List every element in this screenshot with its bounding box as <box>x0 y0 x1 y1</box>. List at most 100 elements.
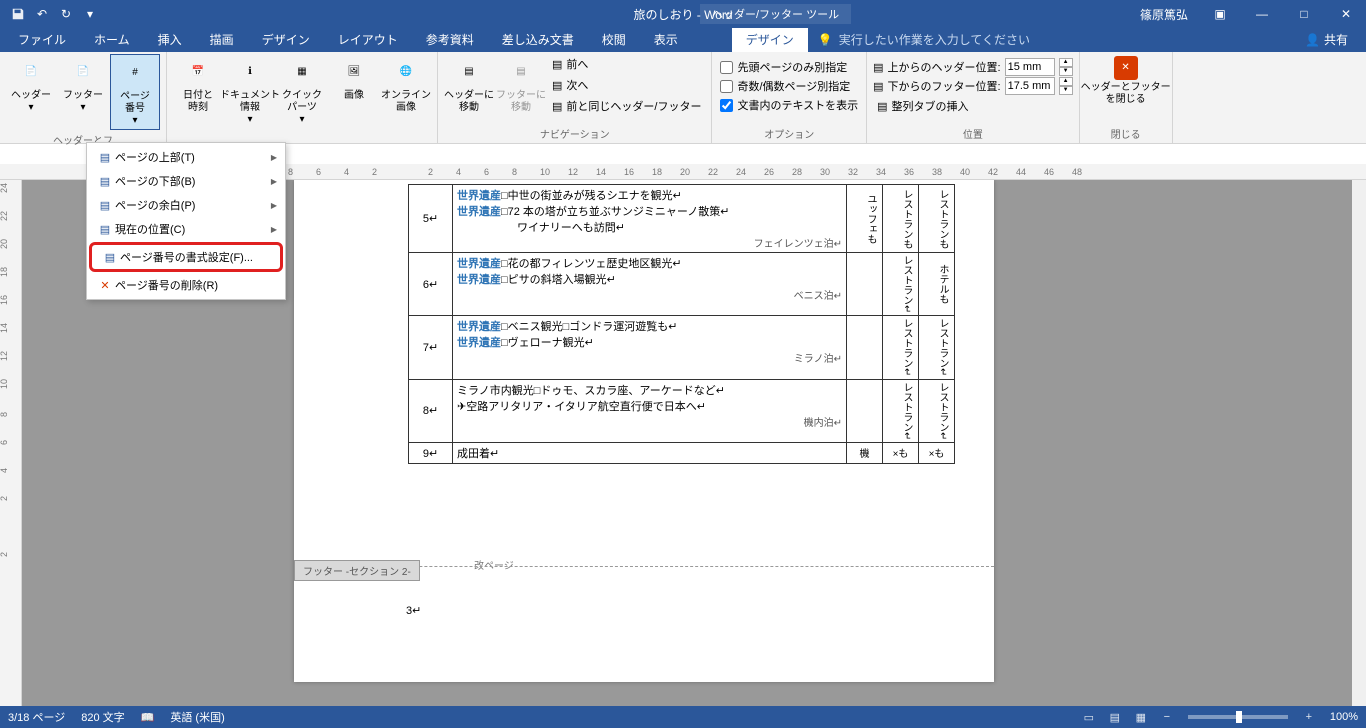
page-number-icon: # <box>119 57 151 89</box>
tab-hf-design[interactable]: デザイン <box>732 25 808 52</box>
chevron-right-icon: ▶ <box>271 201 277 210</box>
group-options: オプション <box>718 124 860 143</box>
group-close: 閉じる <box>1086 124 1166 143</box>
header-button[interactable]: 📄ヘッダー▾ <box>6 54 56 116</box>
zoom-level[interactable]: 100% <box>1330 711 1358 723</box>
zoom-slider[interactable] <box>1188 715 1288 719</box>
zoom-in-button[interactable]: + <box>1298 708 1320 726</box>
footer-bottom-input[interactable] <box>1005 77 1055 95</box>
align-tab-icon: ▤ <box>877 100 887 113</box>
vertical-ruler[interactable]: 242220181614121086422 <box>0 180 22 706</box>
web-layout-icon[interactable]: ▦ <box>1130 708 1152 726</box>
undo-icon[interactable]: ↶ <box>32 4 52 24</box>
close-hf-button[interactable]: ✕ヘッダーとフッター を閉じる <box>1086 54 1166 108</box>
chevron-right-icon: ▶ <box>271 153 277 162</box>
odd-even-checkbox[interactable]: 奇数/偶数ページ別指定 <box>718 77 860 95</box>
goto-header-icon: ▤ <box>453 56 485 88</box>
page-bottom-icon: ▤ <box>95 175 115 188</box>
pictures-button[interactable]: 🖼画像 <box>329 54 379 104</box>
doc-info-button[interactable]: ℹドキュメント 情報▾ <box>225 54 275 128</box>
tab-mailings[interactable]: 差し込み文書 <box>488 27 588 52</box>
maximize-icon[interactable]: □ <box>1284 0 1324 28</box>
header-icon: 📄 <box>15 56 47 88</box>
previous-button[interactable]: ▤前へ <box>548 54 705 74</box>
align-tab-button[interactable]: ▤整列タブの挿入 <box>873 96 1072 116</box>
menu-page-bottom[interactable]: ▤ページの下部(B)▶ <box>87 169 285 193</box>
date-time-button[interactable]: 📅日付と 時刻 <box>173 54 223 116</box>
vertical-scrollbar[interactable] <box>1352 180 1366 706</box>
table-row: 9↵ 成田着↵ 機 ×も ×も <box>409 443 955 464</box>
contextual-tab-title: ヘッダー/フッター ツール <box>700 4 851 24</box>
quick-parts-button[interactable]: ▦クイック パーツ▾ <box>277 54 327 128</box>
tab-layout[interactable]: レイアウト <box>324 27 412 52</box>
menu-page-top[interactable]: ▤ページの上部(T)▶ <box>87 145 285 169</box>
link-icon: ▤ <box>552 100 562 113</box>
tab-insert[interactable]: 挿入 <box>144 27 196 52</box>
page-number-button[interactable]: #ページ 番号▾ <box>110 54 160 130</box>
close-x-icon: ✕ <box>1114 56 1138 80</box>
footer-bottom-icon: ▤ <box>873 80 883 93</box>
next-button[interactable]: ▤次へ <box>548 75 705 95</box>
tab-home[interactable]: ホーム <box>80 27 144 52</box>
chevron-right-icon: ▶ <box>271 225 277 234</box>
goto-footer-icon: ▤ <box>505 56 537 88</box>
redo-icon[interactable]: ↻ <box>56 4 76 24</box>
print-layout-icon[interactable]: ▤ <box>1104 708 1126 726</box>
tab-view[interactable]: 表示 <box>640 27 692 52</box>
online-pictures-button[interactable]: 🌐オンライン 画像 <box>381 54 431 116</box>
minimize-icon[interactable]: — <box>1242 0 1282 28</box>
link-previous-button[interactable]: ▤前と同じヘッダー/フッター <box>548 96 705 116</box>
group-navigation: ナビゲーション <box>444 124 705 143</box>
tab-file[interactable]: ファイル <box>4 27 80 52</box>
tab-review[interactable]: 校閲 <box>588 27 640 52</box>
header-top-spinner[interactable]: ▲▼ <box>1059 58 1073 76</box>
footer-button[interactable]: 📄フッター▾ <box>58 54 108 116</box>
spell-check-icon[interactable]: 📖 <box>141 711 155 724</box>
qat-more-icon[interactable]: ▾ <box>80 4 100 24</box>
page-indicator[interactable]: 3/18 ページ <box>8 709 65 725</box>
goto-footer-button: ▤フッターに 移動 <box>496 54 546 116</box>
header-top-icon: ▤ <box>873 61 883 74</box>
language-indicator[interactable]: 英語 (米国) <box>170 709 224 725</box>
ribbon-display-icon[interactable]: ▣ <box>1200 0 1240 28</box>
prev-icon: ▤ <box>552 58 562 71</box>
show-text-checkbox[interactable]: 文書内のテキストを表示 <box>718 96 860 114</box>
document-page[interactable]: 5↵ 世界遺産□中世の街並みが残るシエナを観光↵ 世界遺産□72 本の塔が立ち並… <box>294 180 994 682</box>
table-row: 7↵ 世界遺産□ベニス観光□ゴンドラ運河遊覧も↵ 世界遺産□ヴェローナ観光↵ ミ… <box>409 316 955 379</box>
next-icon: ▤ <box>552 79 562 92</box>
menu-format-page-number[interactable]: ▤ページ番号の書式設定(F)... <box>92 245 280 269</box>
user-name[interactable]: 篠原篤弘 <box>1130 6 1198 23</box>
menu-current-position[interactable]: ▤現在の位置(C)▶ <box>87 217 285 241</box>
table-row: 6↵ 世界遺産□花の都フィレンツェ歴史地区観光↵ 世界遺産□ピサの斜塔入場観光↵… <box>409 253 955 316</box>
page-break-label: 改ページ <box>474 557 514 572</box>
goto-header-button[interactable]: ▤ヘッダーに 移動 <box>444 54 494 116</box>
menu-page-margin[interactable]: ▤ページの余白(P)▶ <box>87 193 285 217</box>
page-number-menu: ▤ページの上部(T)▶ ▤ページの下部(B)▶ ▤ページの余白(P)▶ ▤現在の… <box>86 142 286 300</box>
itinerary-table: 5↵ 世界遺産□中世の街並みが残るシエナを観光↵ 世界遺産□72 本の塔が立ち並… <box>408 184 955 464</box>
remove-icon: ✕ <box>95 279 115 292</box>
calendar-icon: 📅 <box>182 56 214 88</box>
current-pos-icon: ▤ <box>95 223 115 236</box>
page-top-icon: ▤ <box>95 151 115 164</box>
zoom-out-button[interactable]: − <box>1156 708 1178 726</box>
read-mode-icon[interactable]: ▭ <box>1078 708 1100 726</box>
table-row: 5↵ 世界遺産□中世の街並みが残るシエナを観光↵ 世界遺産□72 本の塔が立ち並… <box>409 185 955 253</box>
tab-references[interactable]: 参考資料 <box>412 27 488 52</box>
word-count[interactable]: 820 文字 <box>81 709 124 725</box>
save-icon[interactable] <box>8 4 28 24</box>
footer-page-number[interactable]: 3↵ <box>406 604 421 617</box>
tell-me-search[interactable]: 💡 実行したい作業を入力してください <box>808 27 1040 52</box>
tab-draw[interactable]: 描画 <box>196 27 248 52</box>
quick-parts-icon: ▦ <box>286 56 318 88</box>
online-picture-icon: 🌐 <box>390 56 422 88</box>
tab-design[interactable]: デザイン <box>248 27 324 52</box>
menu-remove-page-number[interactable]: ✕ページ番号の削除(R) <box>87 273 285 297</box>
first-page-checkbox[interactable]: 先頭ページのみ別指定 <box>718 58 860 76</box>
close-icon[interactable]: ✕ <box>1326 0 1366 28</box>
header-top-input[interactable] <box>1005 58 1055 76</box>
footer-bottom-spinner[interactable]: ▲▼ <box>1059 77 1073 95</box>
share-button[interactable]: 👤 共有 <box>1291 27 1362 52</box>
format-icon: ▤ <box>100 251 120 264</box>
chevron-right-icon: ▶ <box>271 177 277 186</box>
footer-icon: 📄 <box>67 56 99 88</box>
